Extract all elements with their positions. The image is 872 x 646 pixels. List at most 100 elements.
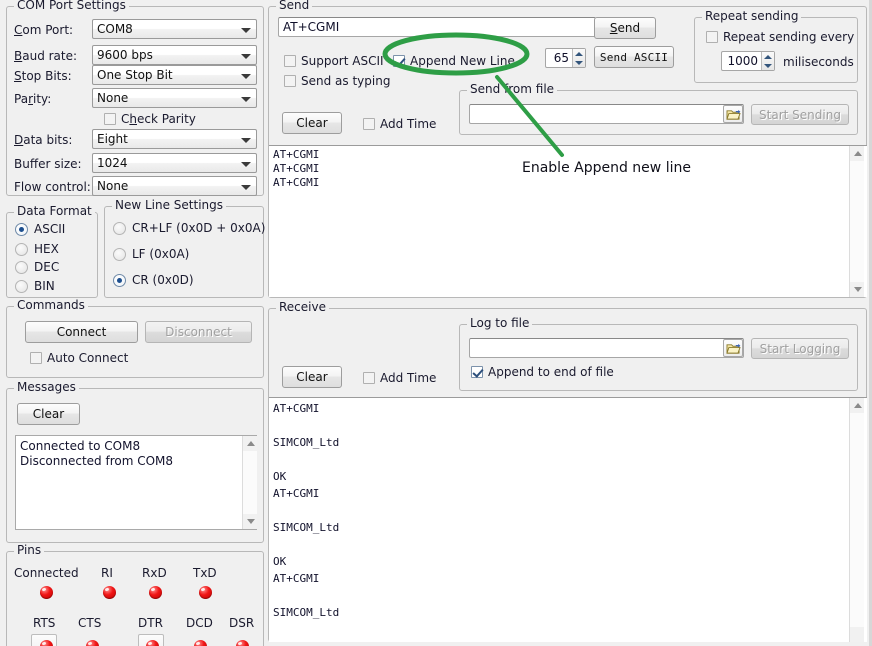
append-new-line-label: Append New Line [410,54,515,68]
radio-data-format-dec[interactable]: DEC [15,260,59,274]
stop-bits-select[interactable]: One Stop Bit [92,65,257,85]
pin-led-dtr [146,640,159,646]
repeat-sending-title: Repeat sending [702,10,801,22]
pin-label-connected: Connected [14,566,79,580]
send-from-file-path-input[interactable] [469,104,744,124]
baud-rate-label: Baud rate: [14,49,77,63]
radio-label: CR (0x0D) [132,273,194,287]
radio-label: CR+LF (0x0D + 0x0A) [132,221,265,235]
receive-clear-button[interactable]: Clear [282,366,342,388]
pin-led-ri [103,586,116,599]
com-port-value: COM8 [97,22,133,36]
pin-label-ri: RI [101,566,113,580]
repeat-sending-group: Repeat sending Repeat sending every 1000… [694,17,858,83]
scrollbar-track[interactable] [243,451,257,514]
annotation-text: Enable Append new line [522,160,691,176]
append-to-end-of-file-checkbox[interactable]: Append to end of file [471,365,614,379]
send-button[interactable]: Send [594,17,656,39]
radio-dot [15,280,28,293]
radio-data-format-bin[interactable]: BIN [15,279,55,293]
messages-clear-button[interactable]: Clear [17,403,80,425]
pin-label-dsr: DSR [229,616,254,630]
new-line-settings-title: New Line Settings [112,199,226,211]
scrollbar-track[interactable] [850,413,864,627]
radio-newline-lf[interactable]: LF (0x0A) [113,247,189,261]
open-folder-glyph [726,342,741,355]
chevron-down-icon [241,54,251,59]
flow-control-value: None [97,179,128,193]
com-port-label: Com Port: [14,23,73,37]
checkbox-box [393,55,405,67]
buffer-size-select[interactable]: 1024 [92,153,257,173]
scroll-up-icon[interactable] [243,436,258,451]
send-log-scrollbar[interactable] [849,146,864,297]
checkbox-box [706,31,718,43]
new-line-settings-group: New Line Settings CR+LF (0x0D + 0x0A) LF… [104,206,264,298]
pin-led-cts [86,640,99,646]
receive-group: Receive Clear Add Time Log to file Start… [268,308,867,642]
radio-label: DEC [34,260,59,274]
radio-newline-crlf[interactable]: CR+LF (0x0D + 0x0A) [113,221,265,235]
repeat-sending-checkbox[interactable]: Repeat sending every [706,30,854,44]
send-add-time-checkbox[interactable]: Add Time [363,117,436,131]
send-as-typing-checkbox[interactable]: Send as typing [284,74,390,88]
parity-select[interactable]: None [92,88,257,108]
messages-title: Messages [14,381,79,393]
radio-data-format-hex[interactable]: HEX [15,242,59,256]
pin-label-rxd: RxD [142,566,167,580]
auto-connect-checkbox[interactable]: Auto Connect [30,351,128,365]
baud-rate-select[interactable]: 9600 bps [92,45,257,65]
radio-dot [113,222,126,235]
append-new-line-checkbox[interactable]: Append New Line [393,54,515,68]
data-bits-value: Eight [97,132,128,146]
log-to-file-group: Log to file Start Logging Append to end … [459,324,858,391]
data-bits-label: Data bits: [14,133,72,147]
pin-led-rts [40,640,53,646]
checkbox-box [104,113,116,125]
stepper-buttons[interactable] [572,49,585,67]
receive-add-time-label: Add Time [380,371,436,385]
scroll-down-icon[interactable] [243,514,258,529]
connect-button[interactable]: Connect [25,321,138,343]
receive-log-scrollbar[interactable] [849,398,864,642]
repeat-units-label: miliseconds [783,55,854,69]
radio-data-format-ascii[interactable]: ASCII [15,222,65,236]
stepper-buttons[interactable] [761,52,774,70]
send-button-label: Send [610,21,640,35]
pin-label-dtr: DTR [138,616,163,630]
chevron-down-icon [241,74,251,79]
receive-add-time-checkbox[interactable]: Add Time [363,371,436,385]
browse-folder-icon[interactable] [723,339,743,357]
repeat-interval-stepper[interactable]: 1000 [721,51,775,71]
flow-control-label: Flow control: [14,180,91,194]
radio-newline-cr[interactable]: CR (0x0D) [113,273,194,287]
send-title: Send [276,0,312,11]
repeat-sending-label: Repeat sending every [723,30,854,44]
checkbox-box [363,372,375,384]
send-ascii-button[interactable]: Send ASCII [594,46,674,68]
pin-led-dsr [236,640,249,646]
log-to-file-title: Log to file [467,317,532,329]
scroll-down-icon[interactable] [850,282,865,297]
checkbox-box [30,352,42,364]
send-clear-button[interactable]: Clear [282,112,342,134]
parity-value: None [97,91,128,105]
scroll-up-icon[interactable] [850,398,865,413]
messages-scrollbar[interactable] [242,436,257,529]
disconnect-button: Disconnect [145,321,252,343]
data-bits-select[interactable]: Eight [92,129,257,149]
check-parity-checkbox[interactable]: Check Parity [104,112,196,126]
baud-rate-value: 9600 bps [97,48,153,62]
send-command-input[interactable]: AT+CGMI [278,17,596,37]
ascii-value-stepper[interactable]: 65 [545,48,586,68]
log-to-file-path-input[interactable] [469,338,744,358]
scroll-up-icon[interactable] [850,146,865,161]
com-port-select[interactable]: COM8 [92,19,257,39]
flow-control-select[interactable]: None [92,176,257,196]
support-ascii-checkbox[interactable]: Support ASCII [284,54,384,68]
scrollbar-track[interactable] [850,161,864,282]
browse-folder-icon[interactable] [723,105,743,123]
repeat-interval-value: 1000 [722,54,761,68]
com-port-settings-title: COM Port Settings [14,0,129,11]
radio-label: LF (0x0A) [132,247,189,261]
